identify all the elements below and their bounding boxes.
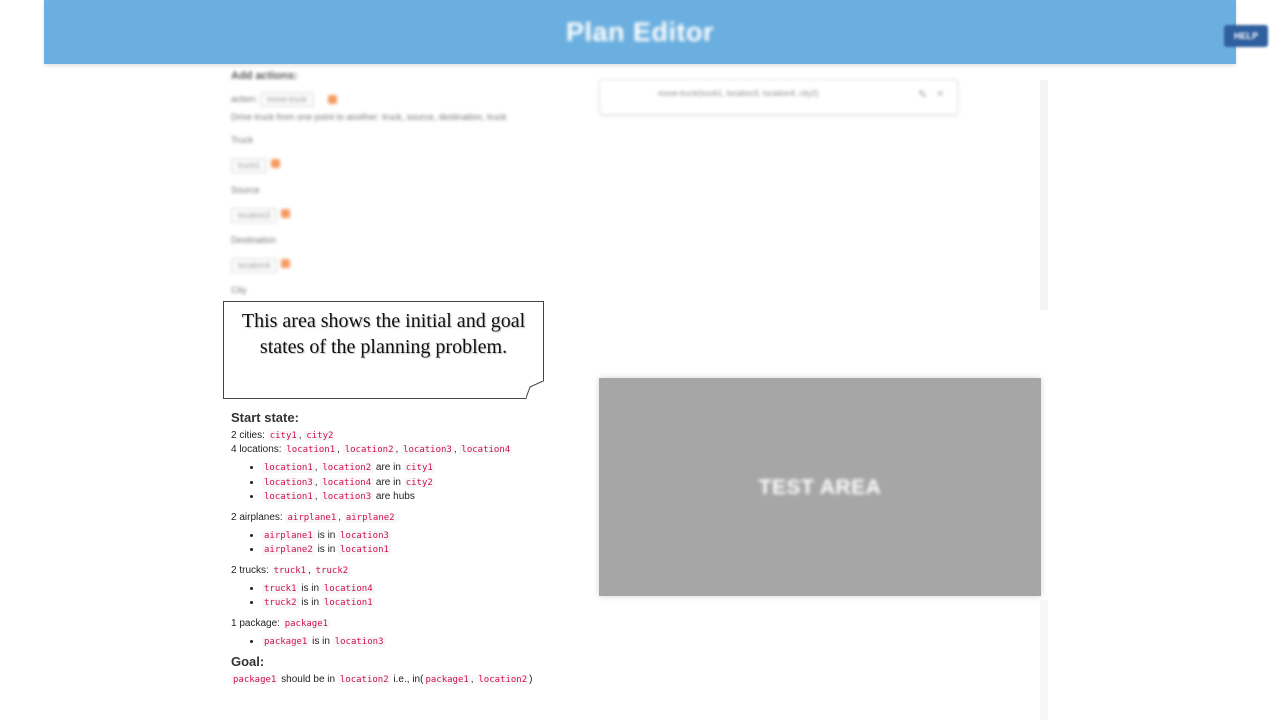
help-button[interactable]: HELP xyxy=(1224,25,1268,47)
location-token: location2 xyxy=(342,445,396,455)
truck-token: truck2 xyxy=(313,565,351,576)
list-item: airplane1 is in location3 xyxy=(262,529,591,544)
city-token: city1 xyxy=(267,431,299,441)
action-row: action: move-truck xyxy=(231,92,561,107)
goal-title: Goal: xyxy=(231,654,265,669)
field-input-destination[interactable]: location4 xyxy=(231,258,278,273)
list-item: truck2 is in location1 xyxy=(262,596,591,611)
field-row-source: location3 xyxy=(231,205,561,223)
packages-line: 1 package: package1 xyxy=(231,617,331,629)
add-actions-panel: Add actions: action: move-truck Drive tr… xyxy=(231,70,561,295)
action-description: Drive truck from one point to another: t… xyxy=(231,112,507,122)
tutorial-callout: This area shows the initial and goal sta… xyxy=(223,301,544,399)
close-icon[interactable]: × xyxy=(937,88,943,100)
page-curl-icon xyxy=(526,381,544,399)
plan-action-card[interactable]: move-truck(truck1, location3, location4,… xyxy=(599,79,958,115)
airplanes-line: 2 airplanes: airplane1, airplane2 xyxy=(231,511,397,523)
test-area[interactable]: TEST AREA xyxy=(599,378,1041,596)
list-item: airplane2 is in location1 xyxy=(262,543,591,558)
problem-state-panel: Start state: 2 cities: city1, city2 4 lo… xyxy=(231,411,591,687)
list-item: package1 is in location3 xyxy=(262,635,591,650)
remove-source-icon[interactable] xyxy=(281,209,291,219)
field-input-truck[interactable]: truck1 xyxy=(231,158,267,173)
remove-truck-icon[interactable] xyxy=(271,159,281,169)
callout-text: This area shows the initial and goal sta… xyxy=(241,310,526,358)
add-actions-title: Add actions: xyxy=(231,70,298,82)
cities-line: 2 cities: city1, city2 xyxy=(231,430,336,441)
truck-token: truck1 xyxy=(271,565,309,576)
field-label-destination: Destination xyxy=(231,235,277,245)
field-label-city: City xyxy=(231,285,247,295)
list-item: location1, location2 are in city1 xyxy=(262,461,591,476)
location-facts-list: location1, location2 are in city1 locati… xyxy=(231,461,591,505)
list-item: location1, location3 are hubs xyxy=(262,490,591,505)
field-label-truck: Truck xyxy=(231,135,254,145)
location-token: location4 xyxy=(459,445,513,455)
test-area-label: TEST AREA xyxy=(758,476,882,499)
location-token: location3 xyxy=(401,445,454,455)
trucks-line: 2 trucks: truck1, truck2 xyxy=(231,564,351,576)
field-row-truck: truck1 xyxy=(231,155,561,173)
locations-line: 4 locations: location1, location2, locat… xyxy=(231,444,513,455)
location-token: location1 xyxy=(284,445,338,455)
panel-divider-lower xyxy=(1040,600,1048,720)
plan-action-text: move-truck(truck1, location3, location4,… xyxy=(658,89,819,98)
remove-destination-icon[interactable] xyxy=(281,259,291,269)
airplane-token: airplane1 xyxy=(285,512,339,523)
list-item: truck1 is in location4 xyxy=(262,582,591,597)
edit-icon[interactable]: ✎ xyxy=(918,88,927,101)
app-header: Plan Editor HELP xyxy=(44,0,1268,64)
package-token: package1 xyxy=(282,618,331,629)
city-token: city2 xyxy=(304,431,336,441)
app-title: Plan Editor xyxy=(565,17,714,47)
action-select[interactable]: move-truck xyxy=(260,92,314,107)
start-state-title: Start state: xyxy=(231,410,299,425)
airplane-token: airplane2 xyxy=(343,512,397,523)
field-input-source[interactable]: location3 xyxy=(231,208,278,223)
action-label: action: xyxy=(231,94,258,104)
panel-divider xyxy=(1040,80,1048,310)
truck-facts-list: truck1 is in location4 truck2 is in loca… xyxy=(231,582,591,611)
list-item: location3, location4 are in city2 xyxy=(262,476,591,491)
goal-line: package1 should be in location2 i.e., in… xyxy=(231,674,533,685)
remove-action-icon[interactable] xyxy=(328,95,338,105)
field-label-source: Source xyxy=(231,185,260,195)
field-row-destination: location4 xyxy=(231,255,561,273)
airplane-facts-list: airplane1 is in location3 airplane2 is i… xyxy=(231,529,591,558)
package-facts-list: package1 is in location3 xyxy=(231,635,591,650)
